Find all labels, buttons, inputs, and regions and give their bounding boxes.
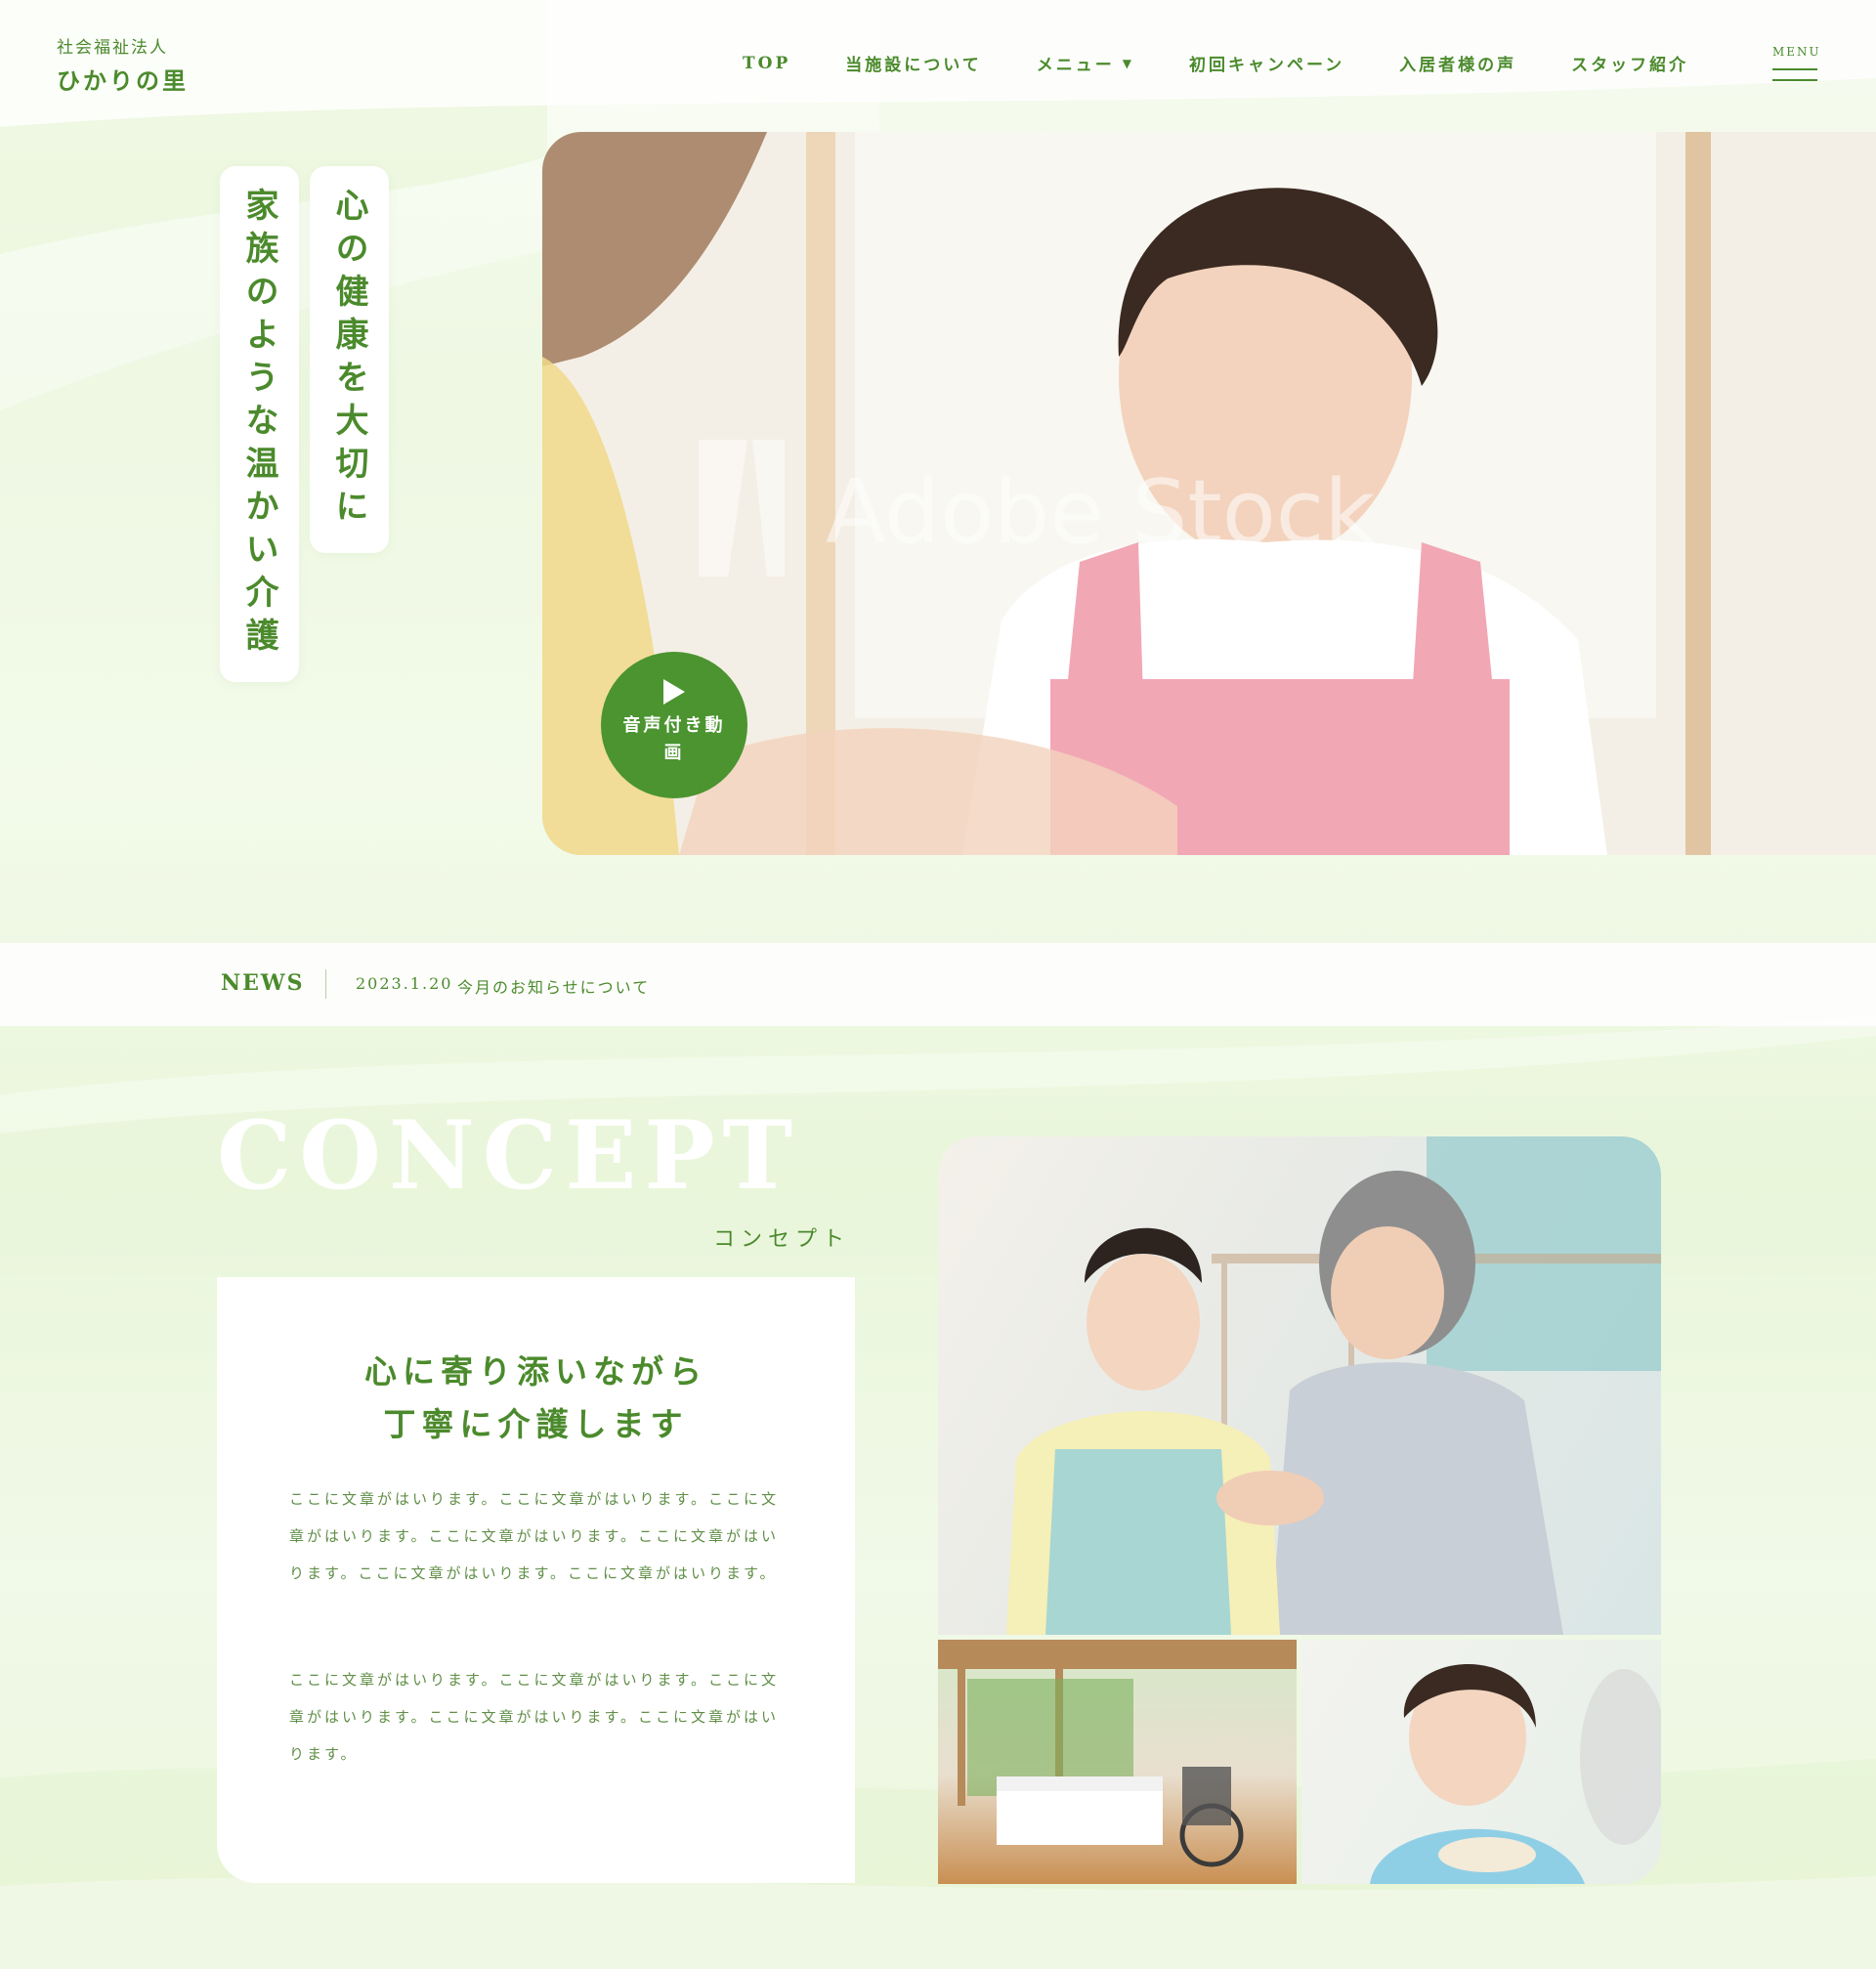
nav-staff[interactable]: スタッフ紹介 [1571,51,1688,75]
concept-paragraph-1: ここに文章がはいります。ここに文章がはいります。ここに文章がはいります。ここに文… [289,1490,780,1582]
play-video-label: 音声付き動画 [622,715,726,763]
news-divider [325,969,326,999]
news-link[interactable]: 今月のお知らせについて [457,974,650,998]
news-date: 2023.1.20 [356,974,453,993]
concept-heading-ja: コンセプト [713,1227,851,1252]
nav-about[interactable]: 当施設について [845,51,982,75]
photo-room-with-wheelchair [938,1640,1297,1884]
hamburger-menu-button[interactable]: MENU [1772,45,1821,81]
hero-copy-line2: 家族のような温かい介護 [220,166,299,682]
nav-about-label: 当施設について [845,56,982,75]
concept-photo-gallery [938,1136,1661,1884]
nav-top-label: TOP [743,53,791,73]
news-bar: NEWS 2023.1.20 今月のお知らせについて [0,943,1876,1026]
menu-label: MENU [1772,45,1821,59]
nav-top[interactable]: TOP [743,51,790,75]
nav-voices[interactable]: 入居者様の声 [1399,51,1516,75]
nav-voices-label: 入居者様の声 [1399,56,1517,75]
chevron-down-icon: ▼ [1122,56,1134,70]
photo-caregiver-feeding [1301,1640,1661,1884]
watermark-text: Adobe Stock [826,461,1375,564]
concept-heading-en: CONCEPT [217,1100,800,1211]
logo-subtitle: 社会福祉法人 [57,38,168,58]
news-label: NEWS [221,970,305,996]
nav-campaign[interactable]: 初回キャンペーン [1189,51,1344,75]
hamburger-icon [1772,68,1817,70]
hamburger-icon-bar [1772,79,1817,81]
nav-campaign-label: 初回キャンペーン [1188,56,1345,75]
global-nav: TOP 当施設について メニュー ▼ 初回キャンペーン 入居者様の声 スタッフ紹介 [743,51,1743,76]
site-header: 社会福祉法人 ひかりの里 TOP 当施設について メニュー ▼ 初回キャンペーン … [0,0,1876,127]
site-logo[interactable]: 社会福祉法人 ひかりの里 [57,33,189,96]
concept-card-heading-line1: 心に寄り添いながら [364,1352,707,1391]
concept-card-heading: 心に寄り添いながら 丁寧に介護します [217,1346,855,1451]
photo-caregiver-with-resident [938,1136,1661,1635]
concept-card: 心に寄り添いながら 丁寧に介護します ここに文章がはいります。ここに文章がはいり… [217,1277,855,1883]
concept-card-heading-line2: 丁寧に介護します [383,1405,689,1443]
nav-staff-label: スタッフ紹介 [1571,56,1689,75]
hero-copy-line1: 心の健康を大切に [310,166,389,553]
nav-menu-dropdown[interactable]: メニュー ▼ [1037,51,1134,75]
play-icon [663,679,685,705]
nav-menu-label: メニュー [1036,56,1115,75]
concept-paragraph-2: ここに文章がはいります。ここに文章がはいります。ここに文章がはいります。ここに文… [289,1671,780,1763]
play-video-button[interactable]: 音声付き動画 [601,652,747,798]
logo-title: ひかりの里 [57,66,189,95]
